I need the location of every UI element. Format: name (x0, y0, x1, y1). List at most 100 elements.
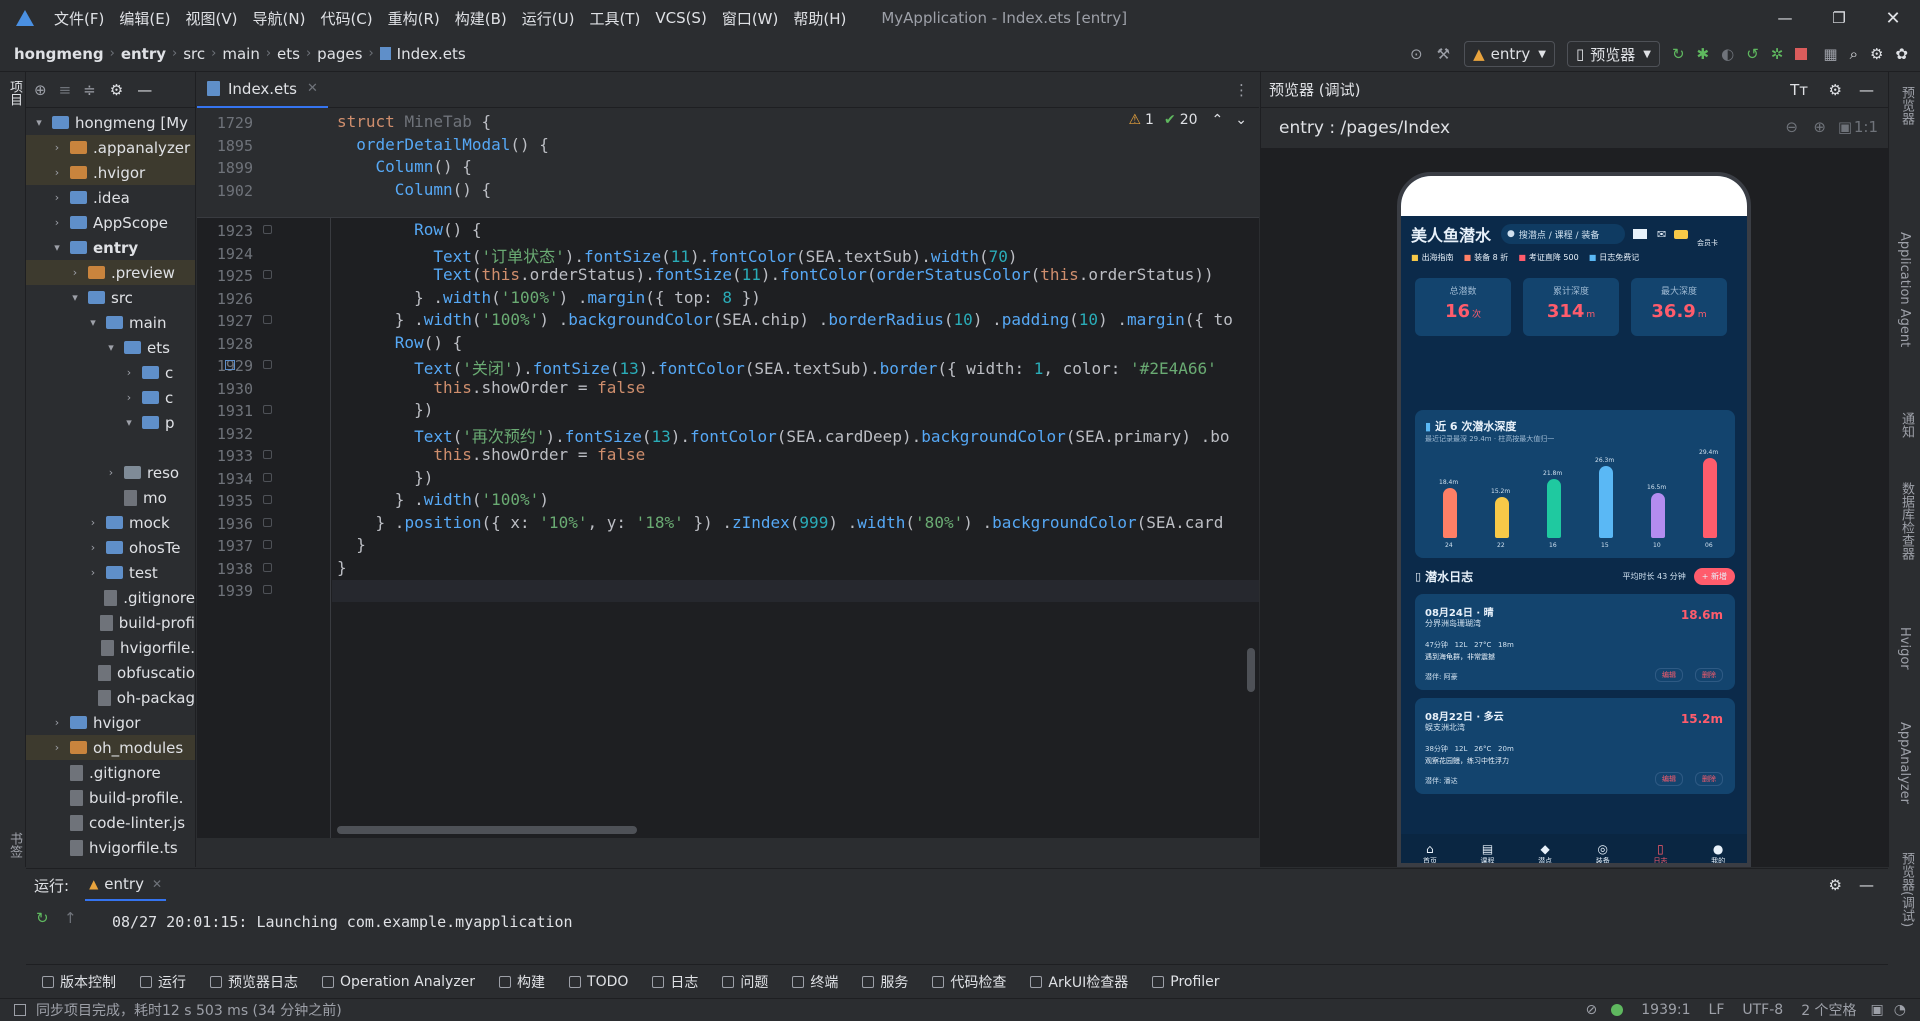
bug-report-icon[interactable]: ⚒ (1437, 45, 1450, 63)
code-line[interactable]: } (337, 535, 366, 554)
breadcrumb-item[interactable]: pages (317, 45, 362, 63)
tree-item[interactable]: › ohosTe (26, 535, 195, 560)
app-nav-item[interactable]: ◎ 装备 (1596, 842, 1610, 863)
tree-item[interactable]: › oh_modules (26, 735, 195, 760)
code-line[interactable]: } .width('100%') .margin({ top: 8 }) (337, 288, 761, 307)
tree-item[interactable]: hvigorfile.ts (26, 835, 195, 860)
menu-item[interactable]: VCS(S) (655, 9, 706, 27)
collapse-all-icon[interactable]: ≡ (59, 81, 72, 99)
chevron-right-icon[interactable]: › (86, 516, 100, 529)
chevron-right-icon[interactable]: › (50, 191, 64, 204)
notifications-icon[interactable]: ◔ (1894, 1002, 1906, 1018)
stop-icon[interactable] (1795, 48, 1808, 60)
close-window-button[interactable]: ✕ (1866, 8, 1920, 29)
scroll-up-icon[interactable]: ↑ (64, 909, 77, 927)
code-line[interactable]: Row() { (337, 220, 481, 239)
fold-marker-icon[interactable] (263, 540, 272, 549)
tree-item[interactable]: hvigorfile. (26, 635, 195, 660)
tree-item[interactable]: › hvigor (26, 710, 195, 735)
no-power-save-icon[interactable]: ⊘ (1586, 1002, 1598, 1018)
log-card[interactable]: 08月22日 · 多云 蜈支洲北湾 15.2m 38分钟 12L 26°C 20m 观察… (1415, 698, 1735, 794)
tree-item[interactable]: ▾ ets (26, 335, 195, 360)
delete-log-button[interactable]: 删除 (1695, 772, 1723, 786)
tree-item[interactable]: › AppScope (26, 210, 195, 235)
tree-item[interactable]: .gitignore (26, 585, 195, 610)
breakpoint-marker-icon[interactable] (225, 360, 235, 370)
breadcrumb-item[interactable]: entry (121, 45, 166, 63)
close-run-tab-icon[interactable]: ✕ (152, 877, 162, 891)
fold-marker-icon[interactable] (263, 472, 272, 482)
chevron-down-icon[interactable]: ▾ (86, 316, 100, 329)
tree-item[interactable]: › .hvigor (26, 160, 195, 185)
code-line[interactable]: } (337, 558, 347, 577)
vertical-scrollbar[interactable] (1247, 648, 1255, 692)
zoom-out-icon[interactable]: ⊖ (1785, 118, 1798, 136)
app-nav-item[interactable]: ● 我的 (1711, 842, 1725, 863)
panel-toggle-icon[interactable] (14, 1003, 26, 1016)
sticky-code-line[interactable]: struct MineTab { (337, 112, 491, 131)
chevron-down-icon[interactable]: ▾ (50, 241, 64, 254)
promo-chip[interactable]: 日志免费记 (1599, 252, 1639, 263)
tool-window-button[interactable]: 预览器日志 (210, 972, 298, 992)
device-preview[interactable]: 美人鱼潜水 ● 搜潜点 / 课程 / 装备 ✉ 会员卡 ■ 出海指南 ■ 装备 8 折… (1397, 172, 1751, 867)
code-line[interactable]: Row() { (337, 333, 462, 352)
code-line[interactable]: } .width('100%') .backgroundColor(SEA.ch… (337, 310, 1233, 329)
edit-log-button[interactable]: 编辑 (1655, 668, 1683, 682)
menu-item[interactable]: 文件(F) (54, 8, 104, 29)
target-icon[interactable]: ⊙ (1410, 45, 1423, 63)
fold-marker-icon[interactable] (263, 585, 272, 594)
tool-window-button[interactable]: Operation Analyzer (322, 974, 475, 990)
sticky-code-line[interactable]: Column() { (337, 157, 472, 176)
chevron-right-icon[interactable]: › (50, 216, 64, 229)
horizontal-scrollbar[interactable] (337, 826, 637, 834)
menu-item[interactable]: 工具(T) (589, 8, 640, 29)
log-card[interactable]: 08月24日 · 晴分界洲岛珊瑚湾 18.6m 47分钟 12L 27°C 18m 遇… (1415, 594, 1735, 690)
apply-changes-icon[interactable]: ↺ (1746, 45, 1759, 63)
chevron-right-icon[interactable]: › (122, 391, 136, 404)
editor-tab-index[interactable]: Index.ets ✕ (197, 71, 328, 108)
minimize-button[interactable]: — (1758, 9, 1812, 27)
tree-item[interactable]: ▾ p (26, 410, 195, 435)
edit-log-button[interactable]: 编辑 (1655, 772, 1683, 786)
tree-item[interactable]: mo (26, 485, 195, 510)
indent-setting[interactable]: 2 个空格 (1801, 1000, 1856, 1020)
tree-item[interactable]: › mock (26, 510, 195, 535)
profile-icon[interactable]: ✲ (1771, 45, 1784, 63)
tree-item[interactable]: obfuscatio (26, 660, 195, 685)
settings-gear-icon[interactable]: ⚙ (1870, 45, 1883, 63)
tool-window-button[interactable]: Profiler (1152, 974, 1220, 990)
tree-item[interactable]: › c (26, 360, 195, 385)
tool-window-button[interactable]: 版本控制 (42, 972, 116, 992)
menu-item[interactable]: 窗口(W) (722, 8, 779, 29)
menu-item[interactable]: 编辑(E) (119, 8, 170, 29)
tree-item[interactable]: › reso (26, 460, 195, 485)
tool-window-button[interactable]: 构建 (499, 972, 545, 992)
tree-item[interactable] (26, 435, 195, 460)
maximize-button[interactable]: ❐ (1812, 9, 1866, 27)
tree-item[interactable]: oh-packag (26, 685, 195, 710)
bookmarks-tool-button[interactable]: 书签 (5, 832, 24, 858)
menu-item[interactable]: 视图(V) (186, 8, 238, 29)
code-line[interactable]: } .width('100%') (337, 490, 549, 509)
fold-marker-icon[interactable] (263, 225, 272, 234)
tree-item[interactable]: › .appanalyzer (26, 135, 195, 160)
tree-item[interactable]: ▾ hongmeng [My (26, 110, 195, 135)
chevron-right-icon[interactable]: › (68, 266, 82, 279)
chevron-right-icon[interactable]: › (104, 466, 118, 479)
hide-run-panel-icon[interactable]: — (1859, 876, 1874, 894)
run-settings-icon[interactable]: ⚙ (1829, 876, 1842, 894)
lock-icon[interactable]: ▣ (1871, 1002, 1884, 1018)
promo-chip[interactable]: 装备 8 折 (1474, 252, 1508, 263)
chevron-right-icon[interactable]: › (50, 716, 64, 729)
right-tool-button[interactable]: 通知 (1897, 412, 1916, 438)
chevron-right-icon[interactable]: › (50, 141, 64, 154)
options-gear-icon[interactable]: ⚙ (110, 81, 123, 99)
app-nav-item[interactable]: ▯ 日志 (1653, 842, 1667, 863)
close-tab-icon[interactable]: ✕ (307, 81, 318, 96)
inspection-widget[interactable]: ⚠ 1 ✔ 20 ⌃ ⌄ (1128, 112, 1247, 128)
more-tabs-icon[interactable]: ⋮ (1234, 81, 1249, 99)
app-nav-item[interactable]: ◆ 潜点 (1538, 842, 1552, 863)
previous-highlight-icon[interactable]: ⌃ (1212, 112, 1224, 128)
code-line[interactable]: Text('再次预约').fontSize(13).fontColor(SEA.… (337, 423, 1229, 447)
tool-window-button[interactable]: TODO (569, 974, 628, 990)
